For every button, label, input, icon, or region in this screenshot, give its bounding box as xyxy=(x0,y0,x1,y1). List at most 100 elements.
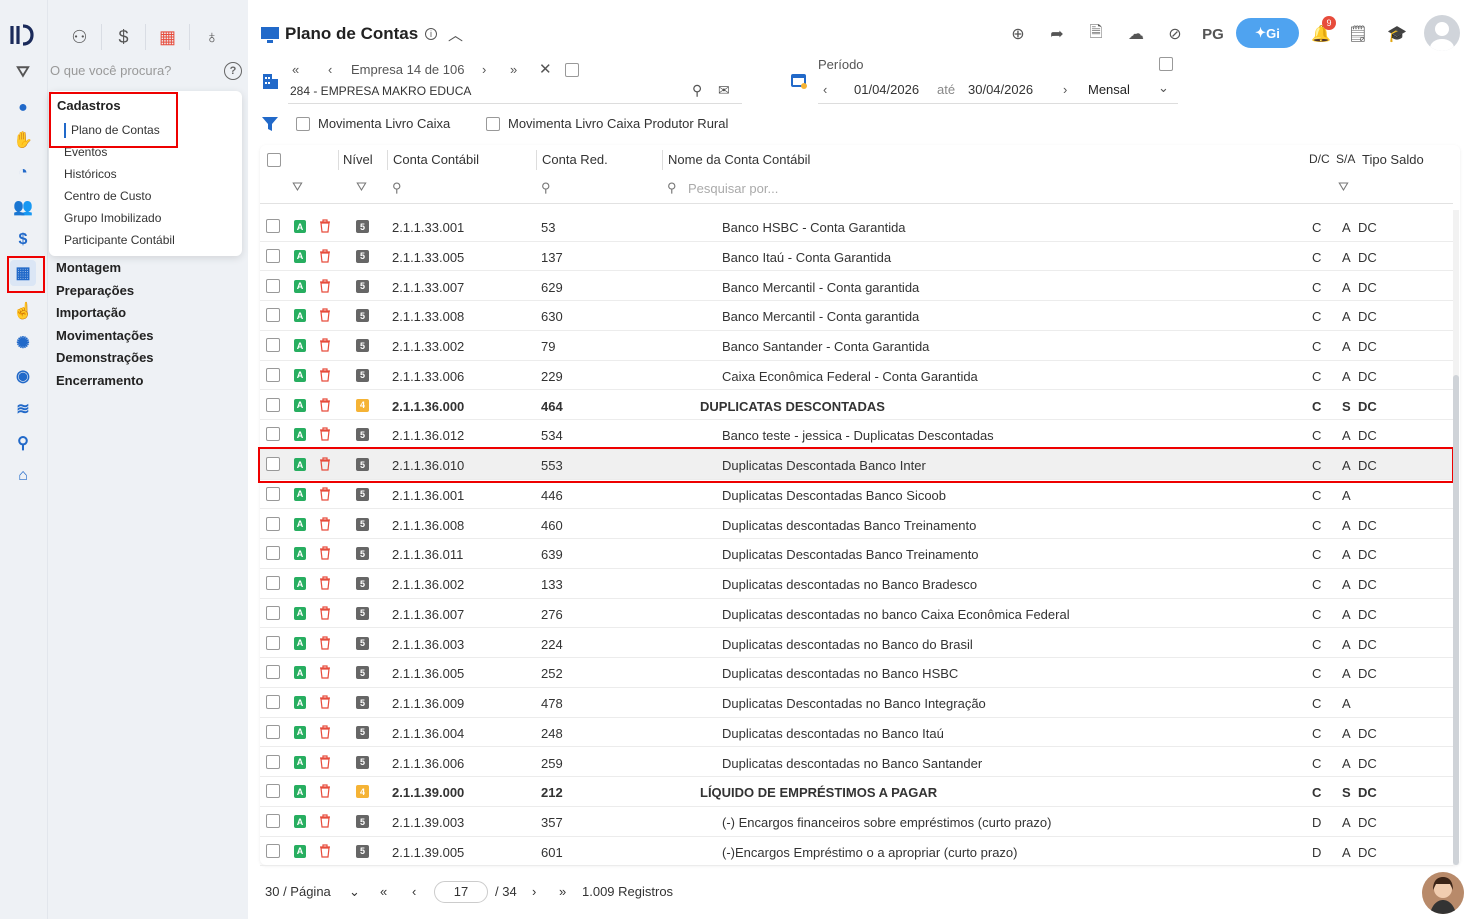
row-checkbox[interactable] xyxy=(266,397,280,412)
trash-icon[interactable] xyxy=(318,427,332,441)
dollar-icon[interactable]: $ xyxy=(102,24,146,50)
group-montagem[interactable]: Montagem xyxy=(56,260,121,275)
row-checkbox[interactable] xyxy=(266,516,280,531)
first-page-button[interactable]: « xyxy=(380,884,387,899)
trash-icon[interactable] xyxy=(318,695,332,709)
users-icon[interactable]: 👥 xyxy=(10,194,36,220)
trash-icon[interactable] xyxy=(318,516,332,531)
document-icon[interactable]: 🗎 xyxy=(1084,22,1108,46)
calculator-icon[interactable]: ▦ xyxy=(10,260,36,286)
column-search-icon[interactable]: ⚲ xyxy=(392,180,402,196)
menu-item-historicos[interactable]: Históricos xyxy=(64,167,117,181)
trash-icon[interactable] xyxy=(318,784,332,798)
active-tag-icon[interactable]: A xyxy=(294,547,306,561)
group-movimentacoes[interactable]: Movimentações xyxy=(56,328,154,343)
period-next-button[interactable]: › xyxy=(1063,82,1067,97)
table-row[interactable]: A 5 2.1.1.36.004 248 Duplicatas descontadas … xyxy=(260,718,1453,748)
share-arrow-icon[interactable]: ➦ xyxy=(1045,22,1069,46)
trash-icon[interactable] xyxy=(318,457,332,471)
col-conta-red[interactable]: Conta Red. xyxy=(542,152,608,167)
livro-caixa-checkbox[interactable] xyxy=(296,117,310,131)
table-row[interactable]: A 5 2.1.1.39.003 357 (-) Encargos financeiro… xyxy=(260,807,1453,837)
people-icon[interactable]: ⚇ xyxy=(58,24,102,50)
prev-page-button[interactable]: ‹ xyxy=(412,884,416,899)
active-tag-icon[interactable]: A xyxy=(294,666,306,680)
active-tag-icon[interactable]: A xyxy=(294,815,306,828)
group-importacao[interactable]: Importação xyxy=(56,305,126,320)
last-page-button[interactable]: » xyxy=(559,884,566,899)
company-search-icon[interactable]: ⚲ xyxy=(692,82,702,99)
grid-icon[interactable]: ▦ xyxy=(146,24,190,50)
table-row[interactable]: A 5 2.1.1.39.005 601 (-)Encargos Empréstimo … xyxy=(260,837,1453,867)
row-checkbox[interactable] xyxy=(266,754,280,769)
row-checkbox[interactable] xyxy=(266,605,280,620)
trash-icon[interactable] xyxy=(318,368,332,382)
trash-icon[interactable] xyxy=(318,308,332,322)
help-icon[interactable]: ? xyxy=(224,62,242,80)
money-bag-icon[interactable]: ♁ xyxy=(190,24,234,50)
collapse-chevron-icon[interactable]: ︿ xyxy=(448,24,463,45)
trash-icon[interactable] xyxy=(318,814,332,828)
active-tag-icon[interactable]: A xyxy=(294,220,306,233)
next-company-button[interactable]: › xyxy=(482,62,486,77)
col-nome[interactable]: Nome da Conta Contábil xyxy=(668,152,810,167)
trash-icon[interactable] xyxy=(318,219,332,233)
filter-icon[interactable]: ⛛ xyxy=(10,60,36,86)
menu-item-eventos[interactable]: Eventos xyxy=(64,145,107,159)
user-avatar[interactable] xyxy=(1424,15,1460,51)
table-row[interactable]: A 5 2.1.1.36.012 534 Banco teste - jessica -… xyxy=(260,420,1453,450)
table-row[interactable]: A 5 2.1.1.33.006 229 Caixa Econômica Federal… xyxy=(260,361,1453,391)
row-checkbox[interactable] xyxy=(266,665,280,680)
trash-icon[interactable] xyxy=(318,487,332,501)
row-checkbox[interactable] xyxy=(266,486,280,501)
active-tag-icon[interactable]: A xyxy=(294,755,306,769)
table-row[interactable]: A 5 2.1.1.36.006 259 Duplicatas descontadas … xyxy=(260,748,1453,778)
active-tag-icon[interactable]: A xyxy=(294,606,306,620)
trash-icon[interactable] xyxy=(318,576,332,590)
livro-rural-checkbox[interactable] xyxy=(486,117,500,131)
support-chat-avatar[interactable] xyxy=(1422,872,1464,914)
clock-icon[interactable]: ◔ xyxy=(10,160,36,186)
col-nivel[interactable]: Nível xyxy=(343,152,373,167)
table-row[interactable]: A 5 2.1.1.36.003 224 Duplicatas descontadas … xyxy=(260,629,1453,659)
home-icon[interactable]: ⌂ xyxy=(10,463,36,489)
period-checkbox[interactable] xyxy=(1159,57,1173,71)
row-checkbox[interactable] xyxy=(266,248,280,263)
trash-icon[interactable] xyxy=(318,546,332,560)
active-tag-icon[interactable]: A xyxy=(294,398,306,412)
column-search-icon[interactable]: ⚲ xyxy=(541,180,551,196)
period-start[interactable]: 01/04/2026 xyxy=(854,82,919,97)
active-tag-icon[interactable]: A xyxy=(294,249,306,263)
hand-pointer-icon[interactable]: ☝ xyxy=(10,298,36,324)
table-row[interactable]: A 5 2.1.1.36.009 478 Duplicatas Descontadas … xyxy=(260,688,1453,718)
active-tag-icon[interactable]: A xyxy=(294,517,306,531)
active-tag-icon[interactable]: A xyxy=(294,279,306,293)
row-checkbox[interactable] xyxy=(266,308,280,323)
group-preparacoes[interactable]: Preparações xyxy=(56,283,134,298)
table-row[interactable]: A 5 2.1.1.33.002 79 Banco Santander - Conta … xyxy=(260,331,1453,361)
trash-icon[interactable] xyxy=(318,754,332,769)
period-mode-select[interactable]: Mensal xyxy=(1088,82,1130,97)
user-settings-icon[interactable]: ● xyxy=(10,95,36,121)
trash-icon[interactable] xyxy=(318,725,332,739)
table-row[interactable]: A 5 2.1.1.36.011 639 Duplicatas Descontadas … xyxy=(260,539,1453,569)
search-icon[interactable]: ⚲ xyxy=(10,430,36,456)
active-tag-icon[interactable]: A xyxy=(294,458,306,471)
group-demonstracoes[interactable]: Demonstrações xyxy=(56,350,154,365)
trash-icon[interactable] xyxy=(318,397,332,412)
last-company-button[interactable]: » xyxy=(510,62,517,77)
filter-funnel-icon[interactable]: ⛛ xyxy=(356,179,367,195)
dollar-circle-icon[interactable]: $ xyxy=(10,227,36,253)
scroll-thumb[interactable] xyxy=(1453,375,1459,865)
filter-funnel-icon[interactable]: ⛛ xyxy=(292,179,303,195)
table-row[interactable]: A 5 2.1.1.36.008 460 Duplicatas descontadas … xyxy=(260,510,1453,540)
satellite-icon[interactable]: ⊘ xyxy=(1163,22,1187,46)
row-checkbox[interactable] xyxy=(266,695,280,709)
search-input[interactable]: O que você procura? xyxy=(50,63,171,78)
col-sa[interactable]: S/A xyxy=(1336,152,1355,166)
active-tag-icon[interactable]: A xyxy=(294,428,306,442)
trash-icon[interactable] xyxy=(318,635,332,650)
mail-icon[interactable]: ✉ xyxy=(718,82,730,99)
col-conta-contabil[interactable]: Conta Contábil xyxy=(393,152,479,167)
row-checkbox[interactable] xyxy=(266,457,280,471)
